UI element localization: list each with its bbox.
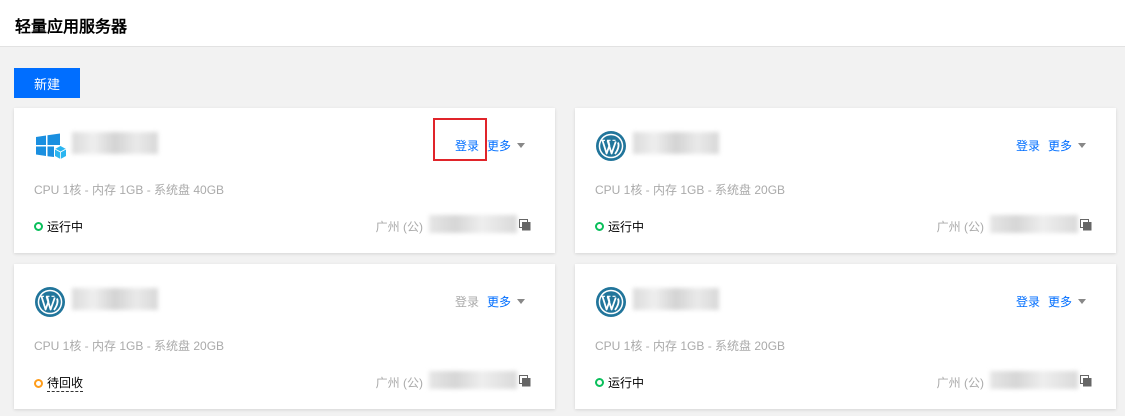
instance-card: 登录 更多 CPU 1核 - 内存 1GB - 系统盘 20GB 运行中 广州 … [575,264,1116,409]
ip-address-redacted [429,215,517,233]
more-dropdown[interactable]: 更多 [487,137,525,154]
caret-down-icon [517,143,525,148]
instance-card: 登录 更多 CPU 1核 - 内存 1GB - 系统盘 20GB 待回收 广州 … [14,264,555,409]
instance-name-redacted [633,288,719,310]
login-link: 登录 [454,295,479,309]
region-label: 广州 (公) [375,220,423,234]
status-dot-icon [34,222,43,231]
copy-icon[interactable] [1080,219,1092,231]
more-dropdown[interactable]: 更多 [487,293,525,310]
caret-down-icon [1078,143,1086,148]
instance-specs: CPU 1核 - 内存 1GB - 系统盘 20GB [595,339,786,353]
status-indicator: 运行中 [595,218,644,235]
instance-name-redacted [72,288,158,310]
login-link[interactable]: 登录 [1016,137,1040,154]
status-text[interactable]: 待回收 [47,374,84,392]
status-text: 运行中 [608,376,645,390]
login-link[interactable]: 登录 [455,137,479,154]
more-label: 更多 [486,295,511,309]
new-instance-button[interactable]: 新建 [14,68,80,98]
instance-specs: CPU 1核 - 内存 1GB - 系统盘 20GB [34,339,225,353]
instance-specs: CPU 1核 - 内存 1GB - 系统盘 20GB [595,183,786,197]
windows-icon [36,133,66,159]
ip-address-redacted [990,215,1078,233]
ip-address-redacted [990,371,1078,389]
status-indicator: 运行中 [595,374,644,391]
wordpress-icon [35,287,65,317]
wordpress-icon [596,131,626,161]
more-label: 更多 [1047,139,1072,153]
copy-icon[interactable] [519,375,531,387]
status-text: 运行中 [608,220,645,234]
login-link[interactable]: 登录 [1016,293,1040,310]
more-dropdown[interactable]: 更多 [1048,293,1086,310]
more-dropdown[interactable]: 更多 [1048,137,1086,154]
page-title: 轻量应用服务器 [15,19,128,36]
status-indicator: 运行中 [34,218,83,235]
status-dot-icon [595,378,604,387]
status-dot-icon [34,378,43,388]
instance-specs: CPU 1核 - 内存 1GB - 系统盘 40GB [34,183,225,197]
instance-name-redacted [72,132,158,154]
copy-icon[interactable] [1080,375,1092,387]
caret-down-icon [517,299,525,304]
region-label: 广州 (公) [936,376,984,390]
region-label: 广州 (公) [375,376,423,390]
status-dot-icon [595,222,604,231]
more-label: 更多 [1047,295,1072,309]
status-text: 运行中 [47,220,84,234]
ip-address-redacted [429,371,517,389]
more-label: 更多 [486,139,511,153]
region-label: 广州 (公) [936,220,984,234]
instance-name-redacted [633,132,719,154]
instance-card: 登录 更多 CPU 1核 - 内存 1GB - 系统盘 20GB 运行中 广州 … [575,108,1116,253]
status-indicator: 待回收 [34,374,84,392]
copy-icon[interactable] [519,219,531,231]
page-header: 轻量应用服务器 [0,0,1125,47]
instance-card: 登录 更多 CPU 1核 - 内存 1GB - 系统盘 40GB 运行中 广州 … [14,108,555,253]
caret-down-icon [1078,299,1086,304]
wordpress-icon [596,287,626,317]
